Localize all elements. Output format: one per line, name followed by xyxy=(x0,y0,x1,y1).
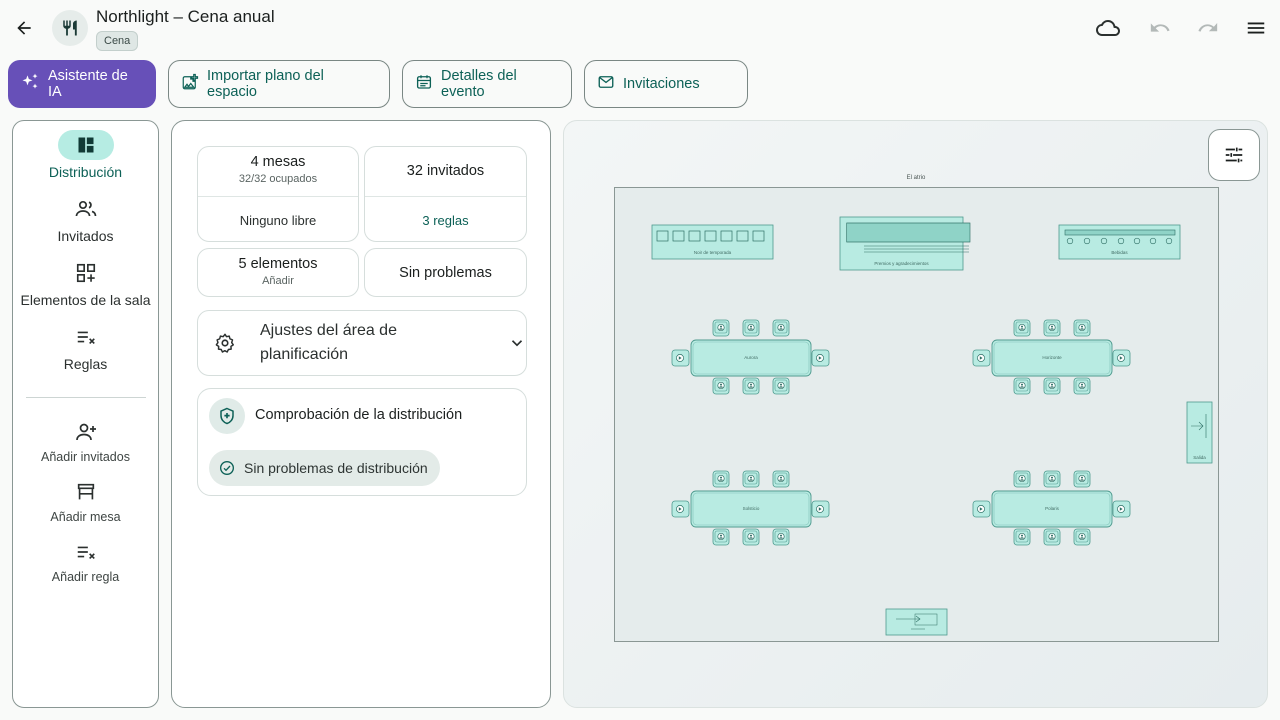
planning-settings-accordion[interactable]: Ajustes del área de planificación xyxy=(197,310,527,376)
status-text: Sin problemas de distribución xyxy=(244,460,428,476)
invitations-button[interactable]: Invitaciones xyxy=(584,60,748,108)
utensils-icon xyxy=(52,10,88,46)
event-details-label: Detalles del evento xyxy=(441,68,517,100)
card-divider xyxy=(365,196,526,197)
element-exit[interactable] xyxy=(1186,401,1213,464)
nav-label: Elementos de la sala xyxy=(20,292,151,308)
table-name: Solsticio xyxy=(742,506,760,511)
check-circle-icon xyxy=(219,460,235,476)
cloud-icon[interactable] xyxy=(1092,12,1124,44)
element-entrance[interactable] xyxy=(885,608,948,636)
add-rule-button[interactable]: Añadir regla xyxy=(13,537,158,584)
nav-item-invitados[interactable]: Invitados xyxy=(13,194,158,244)
nav-label: Reglas xyxy=(63,356,108,372)
event-details-button[interactable]: Detalles del evento xyxy=(402,60,572,108)
invitations-label: Invitaciones xyxy=(623,76,700,92)
card-divider xyxy=(198,196,358,197)
guests-stat-card[interactable]: 32 invitados 3 reglas xyxy=(364,146,527,242)
layout-icon xyxy=(57,130,114,160)
problems-status: Sin problemas xyxy=(399,265,492,281)
add-guests-button[interactable]: Añadir invitados xyxy=(13,417,158,464)
elements-count: 5 elementos xyxy=(238,256,318,272)
import-floorplan-label: Importar plano del espacio xyxy=(207,68,324,100)
table-name: Aurora xyxy=(744,355,758,360)
nav-divider xyxy=(26,397,146,398)
bar-label: Noir de temporada xyxy=(693,250,732,255)
menu-icon[interactable] xyxy=(1240,12,1272,44)
guests-count: 32 invitados xyxy=(406,163,485,179)
shield-icon xyxy=(209,398,245,434)
gear-icon xyxy=(214,332,236,354)
people-icon xyxy=(58,194,114,224)
action-bar: Asistente de IA Importar plano del espac… xyxy=(8,60,748,108)
free-seats: Ninguno libre xyxy=(239,213,317,228)
floor-graphics xyxy=(651,216,1213,636)
drinks-label: Bebidas xyxy=(1111,250,1128,255)
tables-stat-card[interactable]: 4 mesas 32/32 ocupados Ninguno libre xyxy=(197,146,359,242)
elements-stat-card[interactable]: 5 elementos Añadir xyxy=(197,248,359,297)
image-add-icon xyxy=(181,73,199,95)
table-name: Horizonte xyxy=(1042,355,1062,360)
nav-item-reglas[interactable]: Reglas xyxy=(13,322,158,372)
back-arrow-icon[interactable] xyxy=(8,12,40,44)
sparkles-icon xyxy=(20,72,40,96)
tune-icon[interactable] xyxy=(1208,129,1260,181)
table-name: Polaris xyxy=(1045,506,1059,511)
status-chip: Sin problemas de distribución xyxy=(209,450,440,486)
nav-item-distribucion[interactable]: Distribución xyxy=(13,130,158,180)
page-title: Northlight – Cena anual xyxy=(96,7,275,26)
tables-count: 4 mesas xyxy=(250,154,306,170)
exit-label: Salida xyxy=(1193,455,1206,460)
person-add-icon xyxy=(58,417,114,447)
nav-label: Invitados xyxy=(57,228,114,244)
grid-add-icon xyxy=(58,258,114,288)
import-floorplan-button[interactable]: Importar plano del espacio xyxy=(168,60,390,108)
side-navigation: Distribución Invitados Elementos de la s… xyxy=(12,120,159,708)
problems-stat-card[interactable]: Sin problemas xyxy=(364,248,527,297)
stage-label: Premios y agradecimientos xyxy=(874,261,929,266)
table-icon xyxy=(58,477,114,507)
floorplan-canvas[interactable]: El atrio Noir de temporada Premios y agr… xyxy=(563,120,1268,708)
top-bar: Northlight – Cena anual Cena xyxy=(0,0,1280,56)
ai-assistant-button[interactable]: Asistente de IA xyxy=(8,60,156,108)
quick-label: Añadir invitados xyxy=(41,450,130,464)
rule-add-icon xyxy=(58,537,114,567)
rules-count[interactable]: 3 reglas xyxy=(365,213,526,228)
ai-assistant-label: Asistente de IA xyxy=(48,68,128,100)
rules-icon xyxy=(58,322,114,352)
check-title: Comprobación de la distribución xyxy=(255,407,463,423)
layout-check-card: Comprobación de la distribución Sin prob… xyxy=(197,388,527,496)
occupied-count: 32/32 ocupados xyxy=(238,173,318,185)
nav-label: Distribución xyxy=(48,164,123,180)
quick-label: Añadir mesa xyxy=(50,510,121,524)
event-type-badge: Cena xyxy=(96,31,139,51)
undo-icon[interactable] xyxy=(1144,12,1176,44)
calendar-icon xyxy=(415,73,433,95)
nav-item-elementos[interactable]: Elementos de la sala xyxy=(13,258,158,308)
chevron-down-icon xyxy=(508,334,526,352)
summary-panel: 4 mesas 32/32 ocupados Ninguno libre 32 … xyxy=(171,120,551,708)
room-area: Noir de temporada Premios y agradecimien… xyxy=(614,187,1219,642)
add-table-button[interactable]: Añadir mesa xyxy=(13,477,158,524)
quick-label: Añadir regla xyxy=(51,570,120,584)
redo-icon[interactable] xyxy=(1192,12,1224,44)
settings-label: Ajustes del área de planificación xyxy=(260,322,397,363)
room-name: El atrio xyxy=(906,175,926,181)
mail-icon xyxy=(597,73,615,95)
add-elements-link[interactable]: Añadir xyxy=(198,275,358,287)
